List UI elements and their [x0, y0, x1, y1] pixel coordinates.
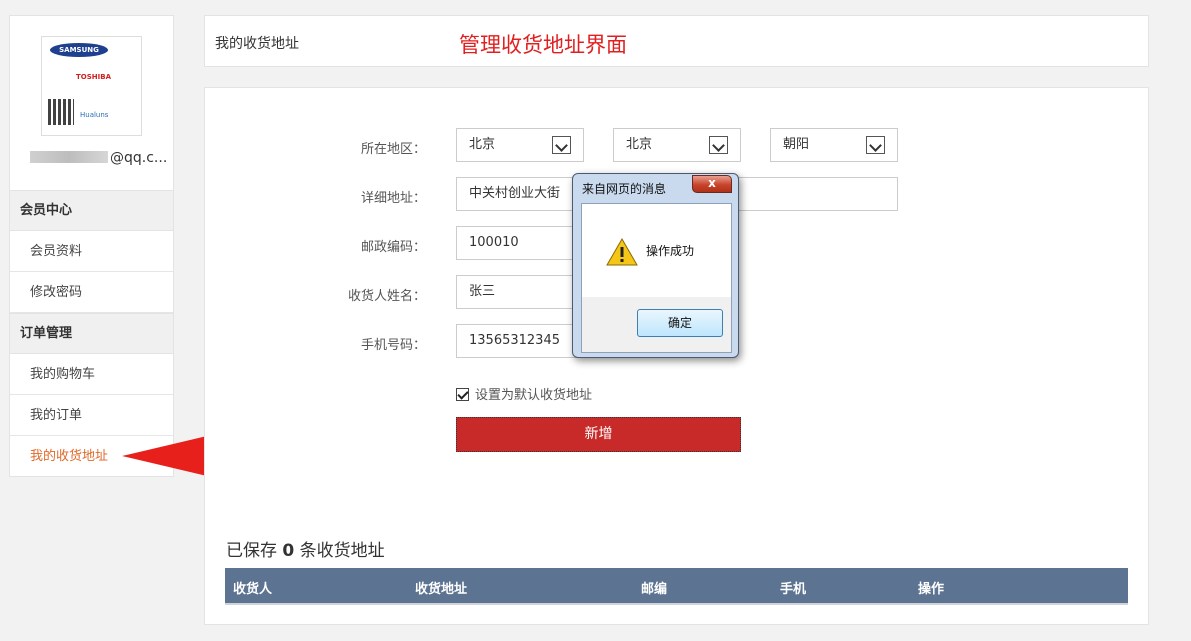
sidebar-item-my-orders[interactable]: 我的订单 [10, 395, 173, 436]
redacted-email-prefix [30, 151, 108, 163]
district-select[interactable]: 朝阳 [770, 128, 898, 162]
column-zip: 邮编 [641, 582, 668, 597]
avatar: SAMSUNG TOSHIBA Hualuns [41, 36, 142, 136]
ok-button[interactable]: 确定 [637, 309, 723, 337]
district-value: 朝阳 [783, 137, 810, 152]
user-email: @qq.c... [30, 150, 167, 166]
samsung-logo: SAMSUNG [50, 43, 108, 57]
column-phone: 手机 [780, 582, 807, 597]
province-value: 北京 [469, 137, 496, 152]
breadcrumb: 我的收货地址 [215, 36, 299, 52]
receiver-name-input[interactable]: 张三 [456, 275, 584, 309]
column-address: 收货地址 [415, 582, 468, 597]
chevron-down-icon[interactable] [709, 136, 728, 154]
page-header: 我的收货地址 管理收货地址界面 [204, 15, 1149, 67]
page-title-annotation: 管理收货地址界面 [459, 33, 627, 57]
zip-label: 邮政编码： [360, 240, 426, 255]
sidebar-item-change-password[interactable]: 修改密码 [10, 272, 173, 313]
default-address-checkbox[interactable] [456, 388, 469, 401]
sidebar-menu: 会员中心 会员资料 修改密码 订单管理 我的购物车 我的订单 我的收货地址 [10, 190, 173, 477]
toshiba-logo: TOSHIBA [76, 73, 111, 81]
province-select[interactable]: 北京 [456, 128, 584, 162]
dialog-title: 来自网页的消息 [582, 182, 667, 196]
brand-logo: Hualuns [80, 111, 109, 119]
alert-dialog: 来自网页的消息 x 操作成功 确定 [572, 173, 739, 358]
qr-code-image [48, 99, 74, 125]
saved-count-number: 0 [282, 541, 295, 561]
warning-icon [606, 238, 638, 266]
column-receiver: 收货人 [233, 582, 273, 597]
zip-input[interactable]: 100010 [456, 226, 584, 260]
receiver-name-label: 收货人姓名： [347, 289, 426, 304]
address-table-header: 收货人 收货地址 邮编 手机 操作 [225, 568, 1128, 605]
default-address-option[interactable]: 设置为默认收货地址 [456, 384, 592, 403]
menu-group-order-management: 订单管理 [10, 313, 173, 354]
sidebar-item-member-profile[interactable]: 会员资料 [10, 231, 173, 272]
address-label: 详细地址： [360, 191, 426, 206]
chevron-down-icon[interactable] [552, 136, 571, 154]
saved-suffix: 条收货地址 [299, 541, 385, 561]
region-label: 所在地区： [360, 142, 426, 157]
saved-address-count: 已保存 0 条收货地址 [226, 536, 385, 561]
close-icon[interactable]: x [692, 175, 732, 193]
city-select[interactable]: 北京 [613, 128, 741, 162]
phone-input[interactable]: 13565312345 [456, 324, 584, 358]
city-value: 北京 [626, 137, 653, 152]
sidebar: SAMSUNG TOSHIBA Hualuns @qq.c... 会员中心 会员… [9, 15, 174, 477]
saved-prefix: 已保存 [226, 541, 277, 561]
dialog-message: 操作成功 [646, 244, 695, 258]
default-address-checkbox-label: 设置为默认收货地址 [475, 388, 593, 403]
phone-label: 手机号码： [360, 338, 426, 353]
menu-group-member-center: 会员中心 [10, 190, 173, 231]
add-address-button[interactable]: 新增 [456, 417, 741, 452]
sidebar-item-shopping-cart[interactable]: 我的购物车 [10, 354, 173, 395]
chevron-down-icon[interactable] [866, 136, 885, 154]
dialog-body: 操作成功 确定 [581, 203, 732, 353]
email-suffix: @qq.c... [110, 150, 168, 166]
column-actions: 操作 [918, 582, 945, 597]
